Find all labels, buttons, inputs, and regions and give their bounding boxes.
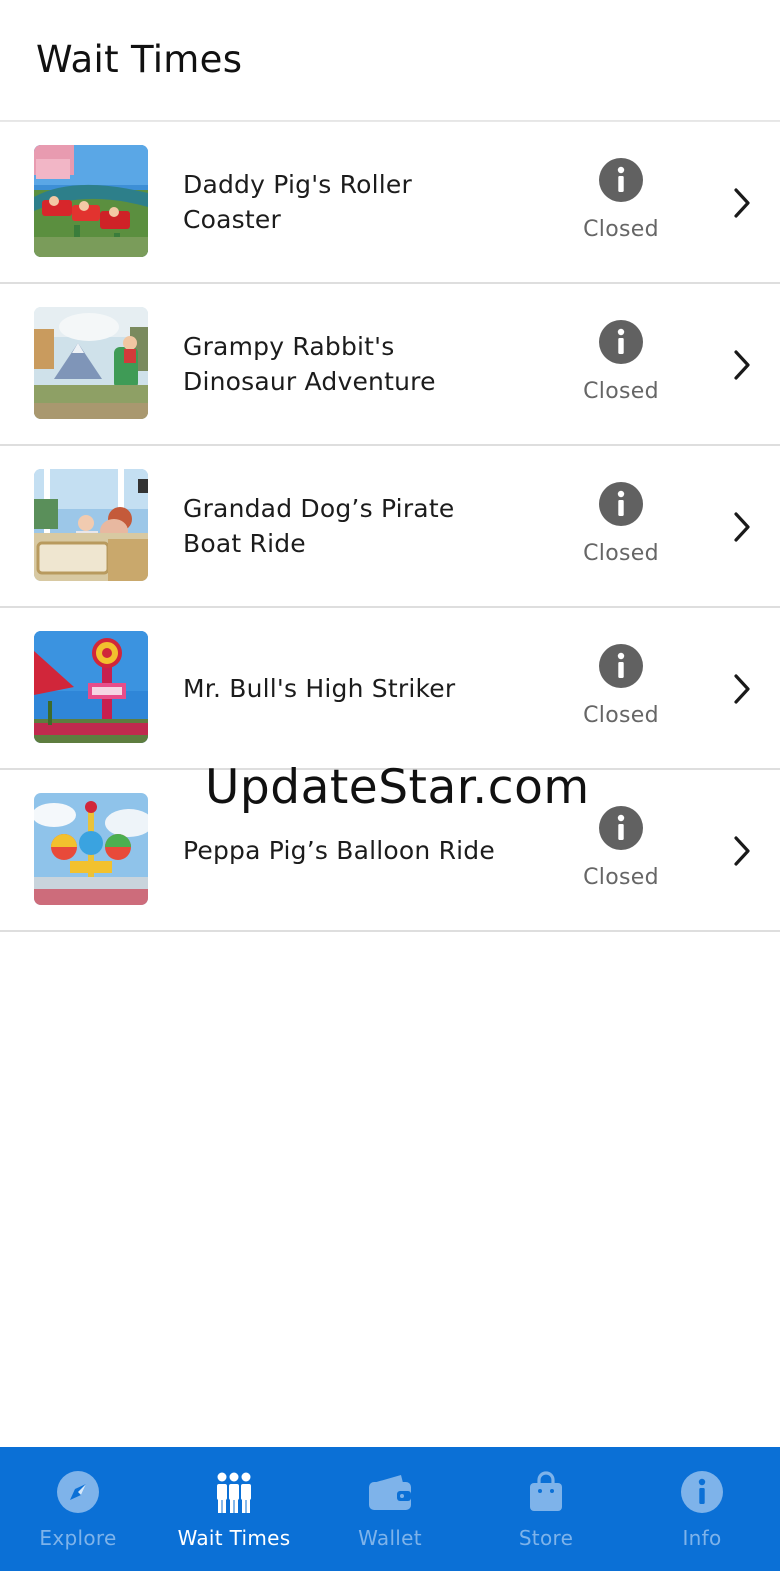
chevron-right-icon[interactable] — [730, 185, 754, 221]
ride-name: Grandad Dog’s Pirate Boat Ride — [183, 494, 455, 558]
pirate-boat-photo — [34, 469, 148, 581]
ride-row[interactable]: Grandad Dog’s Pirate Boat Ride Closed — [0, 446, 780, 608]
ride-thumbnail — [34, 793, 148, 905]
ride-name: Grampy Rabbit's Dinosaur Adventure — [183, 332, 436, 396]
ride-row[interactable]: Daddy Pig's Roller Coaster Closed — [0, 122, 780, 284]
tab-explore[interactable]: Explore — [0, 1447, 156, 1571]
tab-info[interactable]: Info — [624, 1447, 780, 1571]
ride-status: Closed — [583, 379, 659, 404]
info-icon[interactable] — [599, 482, 643, 526]
info-icon[interactable] — [599, 644, 643, 688]
ride-name: Daddy Pig's Roller Coaster — [183, 170, 412, 234]
compass-icon — [57, 1471, 99, 1513]
people-queue-icon — [217, 1472, 251, 1513]
ride-status: Closed — [583, 541, 659, 566]
wallet-icon — [369, 1475, 411, 1510]
chevron-right-icon[interactable] — [730, 833, 754, 869]
info-icon[interactable] — [599, 806, 643, 850]
roller-coaster-photo — [34, 145, 148, 257]
page-title: Wait Times — [36, 38, 243, 81]
tab-label: Info — [682, 1526, 722, 1550]
chevron-right-icon[interactable] — [730, 509, 754, 545]
tab-label: Wait Times — [177, 1526, 291, 1550]
ride-thumbnail — [34, 145, 148, 257]
app-header: Wait Times — [0, 0, 780, 122]
tab-label: Wallet — [358, 1526, 422, 1550]
chevron-right-icon[interactable] — [730, 347, 754, 383]
ride-thumbnail — [34, 469, 148, 581]
tab-store[interactable]: Store — [468, 1447, 624, 1571]
watermark: UpdateStar.com — [205, 760, 590, 815]
ride-thumbnail — [34, 307, 148, 419]
tab-label: Store — [518, 1526, 574, 1550]
ride-name: Mr. Bull's High Striker — [183, 673, 456, 703]
info-icon — [681, 1471, 723, 1513]
balloon-ride-photo — [34, 793, 148, 905]
chevron-right-icon[interactable] — [730, 671, 754, 707]
ride-status: Closed — [583, 865, 659, 890]
ride-status: Closed — [583, 703, 659, 728]
ride-row[interactable]: Mr. Bull's High Striker Closed — [0, 608, 780, 770]
ride-thumbnail — [34, 631, 148, 743]
ride-status: Closed — [583, 217, 659, 242]
tab-wait-times[interactable]: Wait Times — [156, 1447, 312, 1571]
dinosaur-ride-photo — [34, 307, 148, 419]
shopping-bag-icon — [530, 1471, 562, 1511]
tab-wallet[interactable]: Wallet — [312, 1447, 468, 1571]
ride-row[interactable]: Grampy Rabbit's Dinosaur Adventure Close… — [0, 284, 780, 446]
info-icon[interactable] — [599, 320, 643, 364]
high-striker-photo — [34, 631, 148, 743]
tab-label: Explore — [39, 1526, 117, 1550]
bottom-tab-bar: Explore Wait Times Wallet Store Info — [0, 1447, 780, 1571]
info-icon[interactable] — [599, 158, 643, 202]
